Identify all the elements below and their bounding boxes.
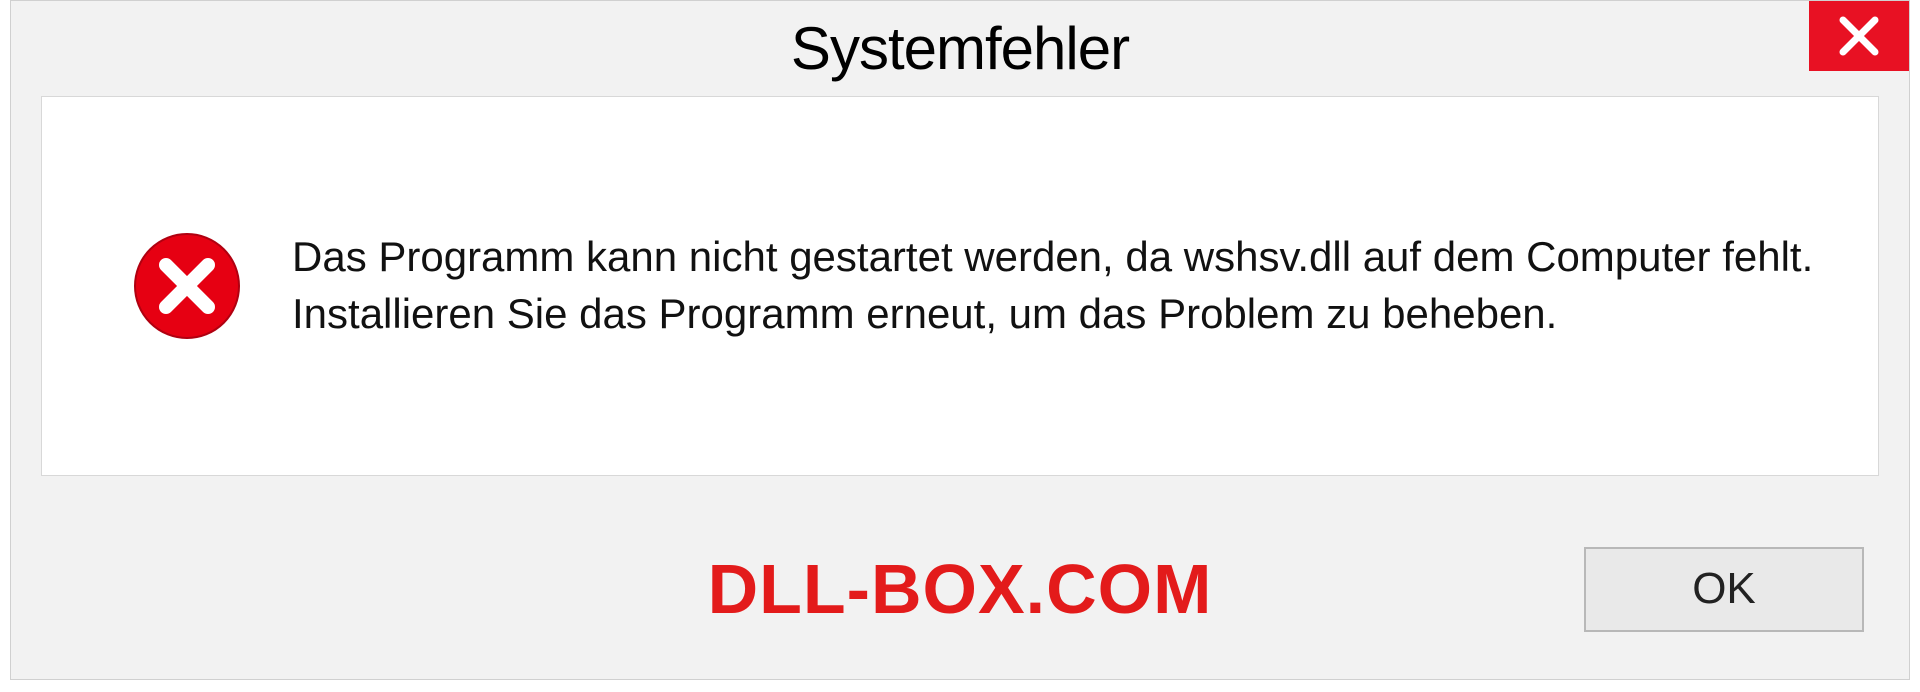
error-dialog: Systemfehler Das Programm kann nicht ges… <box>10 0 1910 680</box>
error-message: Das Programm kann nicht gestartet werden… <box>292 229 1828 342</box>
dialog-title: Systemfehler <box>791 14 1129 83</box>
watermark-text: DLL-BOX.COM <box>708 549 1213 629</box>
ok-button[interactable]: OK <box>1584 547 1864 632</box>
close-button[interactable] <box>1809 1 1909 71</box>
titlebar: Systemfehler <box>11 1 1909 96</box>
dialog-footer: DLL-BOX.COM OK <box>11 499 1909 679</box>
error-icon <box>132 231 242 341</box>
ok-button-label: OK <box>1692 564 1756 614</box>
close-icon <box>1837 14 1881 58</box>
message-panel: Das Programm kann nicht gestartet werden… <box>41 96 1879 476</box>
